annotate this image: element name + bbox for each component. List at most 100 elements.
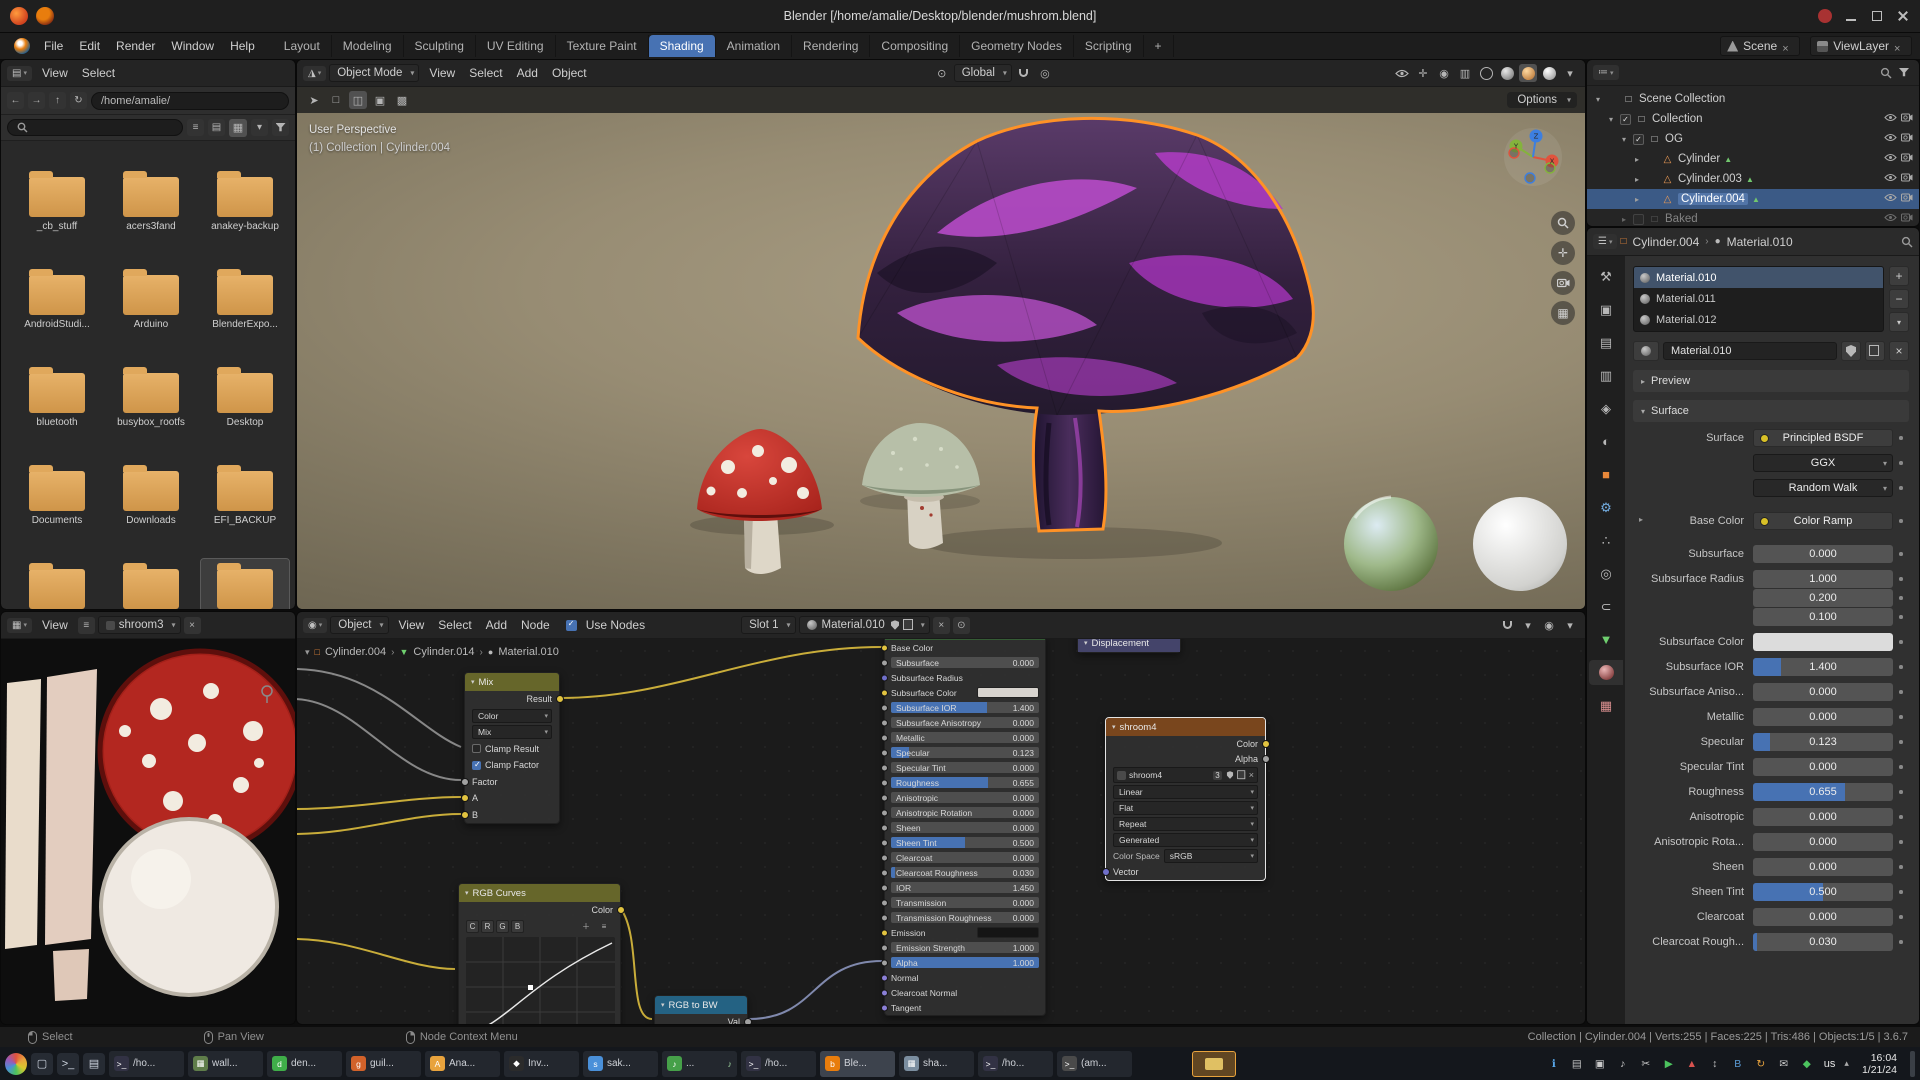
tray-icon-clipboard[interactable]: ▤ — [1569, 1056, 1585, 1072]
material-property-row[interactable]: Anisotropic Rota... 0.000 — [1633, 832, 1909, 852]
material-property-row[interactable]: Specular Tint 0.000 — [1633, 757, 1909, 777]
property-widget[interactable]: 1.400 — [1753, 658, 1893, 676]
folder-item[interactable]: busybox_rootfs — [107, 363, 195, 455]
folder-item[interactable] — [201, 559, 289, 609]
animate-dot-icon[interactable] — [1893, 890, 1909, 894]
shader-editor-menu[interactable]: View — [392, 616, 432, 634]
slot-specials-button[interactable]: ▾ — [1889, 312, 1909, 332]
material-property-row[interactable]: Specular 0.123 — [1633, 732, 1909, 752]
snapping-icon[interactable] — [1498, 616, 1516, 634]
workspace-tab[interactable]: Animation — [716, 35, 792, 57]
forward-icon[interactable]: → — [28, 92, 45, 109]
taskbar-app[interactable]: >_ (am... — [1057, 1051, 1132, 1077]
color-swatch[interactable] — [977, 927, 1039, 938]
property-widget[interactable]: 0.100 — [1753, 608, 1893, 626]
rgb-curves-header[interactable]: RGB Curves — [459, 884, 620, 902]
folder-item[interactable]: AndroidStudi... — [13, 265, 101, 357]
image-node-output-row[interactable]: Alpha — [1106, 751, 1265, 766]
clock[interactable]: 16:04 1/21/24 — [1856, 1052, 1903, 1076]
proportional-editing-icon[interactable]: ◎ — [1036, 64, 1054, 82]
bsdf-input-socket[interactable] — [881, 854, 888, 861]
row-label[interactable]: Scene Collection — [1639, 93, 1725, 105]
bsdf-input-row[interactable]: Clearcoat Roughness 0.030 — [885, 865, 1045, 880]
material-property-row[interactable]: Clearcoat Rough... 0.030 — [1633, 932, 1909, 952]
animate-dot-icon[interactable] — [1893, 690, 1909, 694]
mix-input-row[interactable]: B — [465, 807, 559, 824]
material-property-row[interactable]: GGX — [1633, 453, 1909, 473]
bsdf-input-socket[interactable] — [881, 734, 888, 741]
material-name-field[interactable]: Material.010 — [1663, 342, 1837, 360]
workspace-tab[interactable]: UV Editing — [476, 35, 556, 57]
outliner-row[interactable]: ▸ △ Cylinder ▲ — [1587, 149, 1919, 169]
scene-unlink-icon[interactable] — [1782, 41, 1793, 52]
bsdf-input-row[interactable]: Sheen Tint 0.500 — [885, 835, 1045, 850]
bsdf-input-row[interactable]: Tangent — [885, 1000, 1045, 1015]
bsdf-input-socket[interactable] — [881, 704, 888, 711]
bsdf-input-row[interactable]: Specular Tint 0.000 — [885, 760, 1045, 775]
color-swatch[interactable] — [977, 687, 1039, 698]
mix-blend-mode-dropdown[interactable]: Mix — [472, 725, 552, 739]
outliner-row[interactable]: ▾ ✓ □ Collection — [1587, 109, 1919, 129]
material-property-row[interactable]: Sheen Tint 0.500 — [1633, 882, 1909, 902]
expander-icon[interactable]: ▾ — [1606, 115, 1616, 124]
minimize-button[interactable] — [1844, 9, 1858, 23]
property-widget[interactable]: Principled BSDF — [1753, 429, 1893, 447]
taskbar-app[interactable]: d den... — [267, 1051, 342, 1077]
image-browse-field[interactable]: shroom4 3 × — [1113, 767, 1258, 783]
tab-render[interactable]: ▣ — [1592, 297, 1620, 322]
use-nodes-toggle[interactable]: Use Nodes — [566, 618, 645, 632]
folder-item[interactable] — [107, 559, 195, 609]
clamp-factor-checkbox[interactable] — [472, 761, 481, 770]
animate-dot-icon[interactable] — [1893, 915, 1909, 919]
hide-eye-icon[interactable] — [1884, 153, 1897, 165]
transform-pivot-icon[interactable]: ⊙ — [933, 64, 951, 82]
breadcrumb-mesh[interactable]: Cylinder.014 — [413, 646, 474, 658]
workspace-tab[interactable]: Compositing — [870, 35, 960, 57]
folder-item[interactable]: _cb_stuff — [13, 167, 101, 259]
object-visibility-icon[interactable] — [1393, 64, 1411, 82]
image-menu-icon[interactable]: ≡ — [78, 617, 95, 634]
property-widget[interactable]: 0.000 — [1753, 833, 1893, 851]
tray-icon-media-play[interactable]: ▶ — [1661, 1056, 1677, 1072]
expander-icon[interactable]: ▸ — [1632, 195, 1642, 204]
active-tool-icon[interactable]: ➤ — [305, 91, 323, 109]
bsdf-input-socket[interactable] — [881, 1004, 888, 1011]
bsdf-input-row[interactable]: Roughness 0.655 — [885, 775, 1045, 790]
bsdf-input-row[interactable]: Emission Strength 1.000 — [885, 940, 1045, 955]
pin-icon[interactable]: ⊙ — [953, 617, 970, 634]
val-output-socket[interactable] — [744, 1018, 752, 1024]
keyboard-layout-indicator[interactable]: us — [1822, 1058, 1838, 1070]
taskbar-app[interactable]: s sak... — [583, 1051, 658, 1077]
bsdf-input-socket[interactable] — [881, 779, 888, 786]
material-property-row[interactable]: Clearcoat 0.000 — [1633, 907, 1909, 927]
property-widget[interactable]: 0.123 — [1753, 733, 1893, 751]
animate-dot-icon[interactable] — [1893, 940, 1909, 944]
workspace-tab[interactable]: Geometry Nodes — [960, 35, 1074, 57]
image-node-dropdown[interactable]: Generated — [1113, 833, 1258, 847]
editor-type-button-image[interactable]: ▦ — [7, 618, 32, 633]
material-property-row[interactable]: 0.200 — [1633, 588, 1909, 608]
bsdf-input-socket[interactable] — [881, 974, 888, 981]
material-slot-row[interactable]: Material.011 — [1634, 288, 1883, 309]
bsdf-input-row[interactable]: Transmission 0.000 — [885, 895, 1045, 910]
select-mode-subtract-icon[interactable]: ▣ — [371, 91, 389, 109]
curve-tools-icon[interactable]: ≡ — [595, 918, 613, 936]
node-canvas[interactable]: ▾ □ Cylinder.004 › ▼ Cylinder.014 › ● Ma… — [297, 639, 1585, 1024]
disable-render-camera-icon[interactable] — [1901, 153, 1913, 165]
row-label[interactable]: Cylinder — [1678, 153, 1720, 165]
image-node-output-row[interactable]: Color — [1106, 736, 1265, 751]
workspace-tab[interactable]: Sculpting — [404, 35, 476, 57]
editor-type-button-3d-viewport[interactable]: ◮ — [303, 66, 326, 81]
breadcrumb-material[interactable]: Material.010 — [498, 646, 559, 658]
tray-icon-volume[interactable]: ♪ — [1615, 1056, 1631, 1072]
taskbar-app[interactable]: ♪ ... — [662, 1051, 737, 1077]
property-widget[interactable]: 0.000 — [1753, 758, 1893, 776]
animate-dot-icon[interactable] — [1893, 865, 1909, 869]
preview-section-header[interactable]: ▸ Preview — [1633, 370, 1909, 392]
mix-clamp-result-row[interactable]: Clamp Result — [465, 741, 559, 758]
snap-magnet-icon[interactable] — [1015, 64, 1033, 82]
hide-eye-icon[interactable] — [1884, 213, 1897, 225]
collection-checkbox[interactable]: ✓ — [1620, 114, 1631, 125]
animate-dot-icon[interactable] — [1893, 436, 1909, 440]
tray-icon-display[interactable]: ▣ — [1592, 1056, 1608, 1072]
